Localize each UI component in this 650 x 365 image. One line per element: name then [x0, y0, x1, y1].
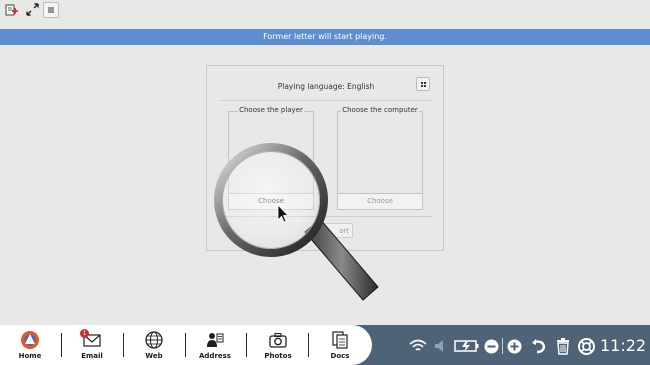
fullscreen-button[interactable]	[25, 2, 40, 17]
playing-language-label: Playing language: English	[277, 82, 375, 91]
info-banner: Former letter will start playing.	[0, 29, 650, 45]
battery-charging-icon	[454, 340, 479, 352]
undo-icon	[532, 339, 546, 354]
app-divider	[308, 333, 309, 357]
wifi-status[interactable]	[408, 335, 428, 357]
app-docs[interactable]: Docs	[318, 330, 362, 364]
clock: 11:22	[600, 336, 647, 355]
start-game-button[interactable]: art game	[325, 223, 353, 238]
app-divider	[61, 333, 62, 357]
app-docs-label: Docs	[330, 352, 350, 360]
app-address-label: Address	[199, 352, 231, 360]
app-email-label: Email	[81, 352, 103, 360]
player-group-title: Choose the player	[238, 106, 304, 114]
app-photos[interactable]: Photos	[256, 330, 300, 364]
computer-group: Choose the computer Choose	[337, 106, 423, 210]
camera-icon	[269, 332, 287, 348]
app-email[interactable]: 1 Email	[70, 329, 114, 364]
trash-icon	[557, 338, 569, 355]
panel-divider-bottom	[220, 216, 432, 217]
home-logo-icon	[21, 331, 39, 349]
wifi-icon	[409, 339, 427, 351]
player-group: Choose the player Choose	[228, 106, 314, 210]
menu-button[interactable]	[43, 2, 59, 18]
new-document-button[interactable]	[4, 2, 19, 17]
tray-divider	[501, 335, 503, 357]
trash-button[interactable]	[554, 335, 572, 357]
app-launcher-bar	[0, 325, 372, 365]
new-document-icon	[5, 4, 18, 15]
app-photos-label: Photos	[264, 352, 292, 360]
battery-status[interactable]	[453, 335, 481, 357]
computer-group-title: Choose the computer	[341, 106, 419, 114]
zoom-in-icon	[507, 339, 521, 353]
hamburger-menu-icon	[48, 7, 54, 13]
email-badge: 1	[80, 329, 89, 338]
panel-divider	[220, 100, 432, 101]
app-divider	[123, 333, 124, 357]
zoom-out-button[interactable]	[483, 335, 499, 357]
help-lifebuoy-icon	[577, 337, 595, 355]
help-button[interactable]	[576, 335, 596, 357]
volume-control[interactable]	[433, 335, 447, 357]
zoom-out-icon	[484, 339, 498, 353]
fullscreen-icon	[26, 3, 39, 16]
app-web[interactable]: Web	[132, 330, 176, 364]
contacts-icon	[207, 333, 224, 347]
app-web-label: Web	[145, 352, 163, 360]
globe-icon	[145, 331, 163, 349]
app-divider	[185, 333, 186, 357]
game-setup-panel: Playing language: English Choose the pla…	[206, 65, 444, 251]
app-address[interactable]: Address	[193, 330, 237, 364]
app-home-label: Home	[18, 352, 42, 360]
zoom-in-button[interactable]	[506, 335, 522, 357]
app-home[interactable]: Home	[8, 330, 52, 364]
choose-computer-button[interactable]: Choose	[338, 193, 422, 209]
app-divider	[246, 333, 247, 357]
grid-dots-icon	[420, 81, 426, 87]
volume-icon	[435, 340, 443, 352]
choose-player-button[interactable]: Choose	[229, 193, 313, 209]
documents-icon	[332, 331, 348, 349]
undo-button[interactable]	[530, 335, 548, 357]
language-options-button[interactable]	[416, 77, 430, 91]
